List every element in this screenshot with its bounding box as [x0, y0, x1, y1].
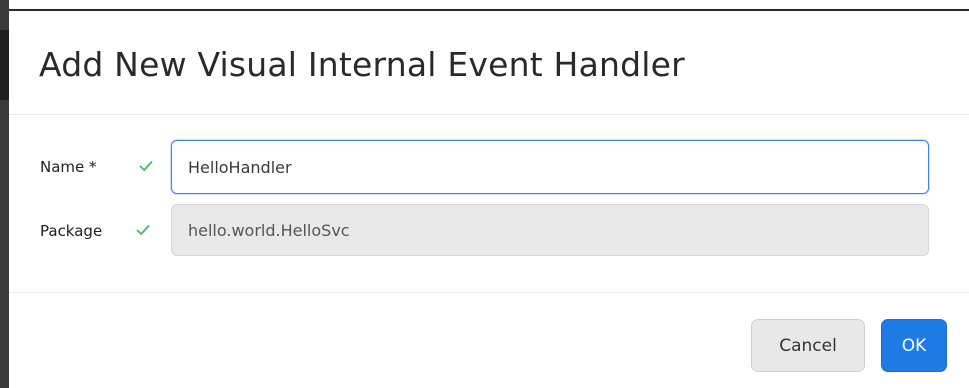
package-label: Package — [40, 222, 103, 240]
check-icon — [135, 222, 151, 238]
package-input[interactable] — [171, 204, 929, 256]
screen: Add New Visual Internal Event Handler Na… — [0, 0, 969, 388]
name-input[interactable] — [171, 140, 929, 194]
dialog-footer: Cancel OK — [9, 292, 969, 388]
name-label: Name * — [40, 158, 97, 176]
cancel-button[interactable]: Cancel — [751, 319, 865, 372]
backdrop-left-shade — [0, 30, 9, 100]
form-row-name: Name * — [9, 140, 969, 194]
ok-button[interactable]: OK — [881, 319, 947, 372]
form-row-package: Package — [9, 204, 969, 258]
check-icon — [138, 158, 154, 174]
dialog-header: Add New Visual Internal Event Handler — [9, 11, 969, 115]
dialog-body: Name * Package — [9, 116, 969, 292]
event-handler-dialog: Add New Visual Internal Event Handler Na… — [9, 11, 969, 388]
dialog-title: Add New Visual Internal Event Handler — [39, 45, 685, 84]
